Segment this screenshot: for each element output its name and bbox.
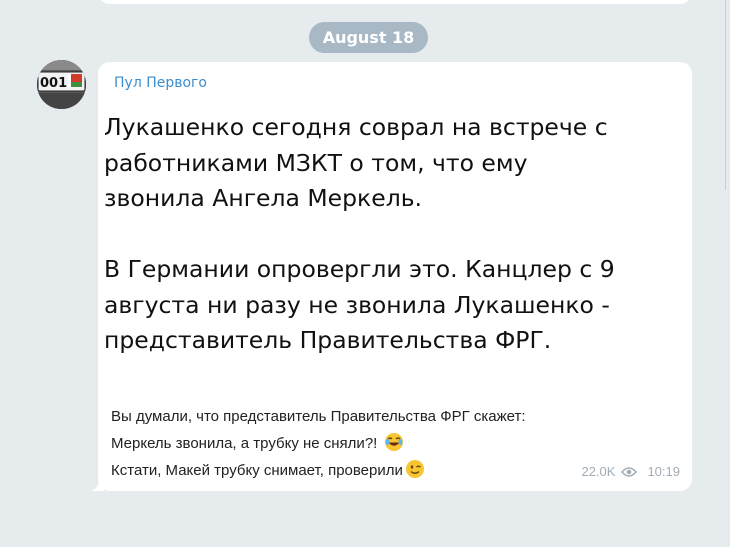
svg-text:001: 001 xyxy=(40,76,67,91)
avatar-license-plate-icon: 001 xyxy=(37,60,86,109)
scrollbar[interactable] xyxy=(722,0,730,190)
message-time: 10:19 xyxy=(647,464,680,479)
main-text-line: В Германии опровергли это. Канцлер с 9 xyxy=(104,255,615,283)
message-bubble[interactable]: Пул Первого Лукашенко сегодня соврал на … xyxy=(98,62,692,491)
caption-line: Меркель звонила, а трубку не сняли?! xyxy=(111,430,681,457)
previous-message-bubble xyxy=(98,0,692,4)
main-text-line: представитель Правительства ФРГ. xyxy=(104,326,552,354)
main-text-line: августа ни разу не звонила Лукашенко - xyxy=(104,290,610,319)
main-text-line: звонила Ангела Меркель. xyxy=(104,184,423,212)
date-separator: August 18 xyxy=(309,22,428,53)
view-count: 22.0K xyxy=(581,464,616,479)
scrollbar-track xyxy=(725,0,726,190)
laughing-emoji-icon xyxy=(384,433,403,451)
caption-line-text: Меркель звонила, а трубку не сняли?! xyxy=(111,435,378,452)
channel-name-link[interactable]: Пул Первого xyxy=(114,75,207,91)
caption-line-text: Кстати, Макей трубку снимает, проверили xyxy=(111,462,403,479)
main-text-line: Лукашенко сегодня соврал на встрече с xyxy=(104,113,608,141)
main-text-line: работниками МЗКТ о том, что ему xyxy=(104,148,528,177)
message-main-text: Лукашенко сегодня соврал на встрече с ра… xyxy=(104,110,689,359)
eye-icon xyxy=(621,466,638,477)
caption-line-text: Вы думали, что представитель Правительст… xyxy=(111,408,526,425)
winking-emoji-icon xyxy=(405,460,424,478)
caption-line: Вы думали, что представитель Правительст… xyxy=(111,403,681,430)
channel-avatar[interactable]: 001 xyxy=(37,60,86,109)
message-meta: 22.0K 10:19 xyxy=(581,464,680,479)
